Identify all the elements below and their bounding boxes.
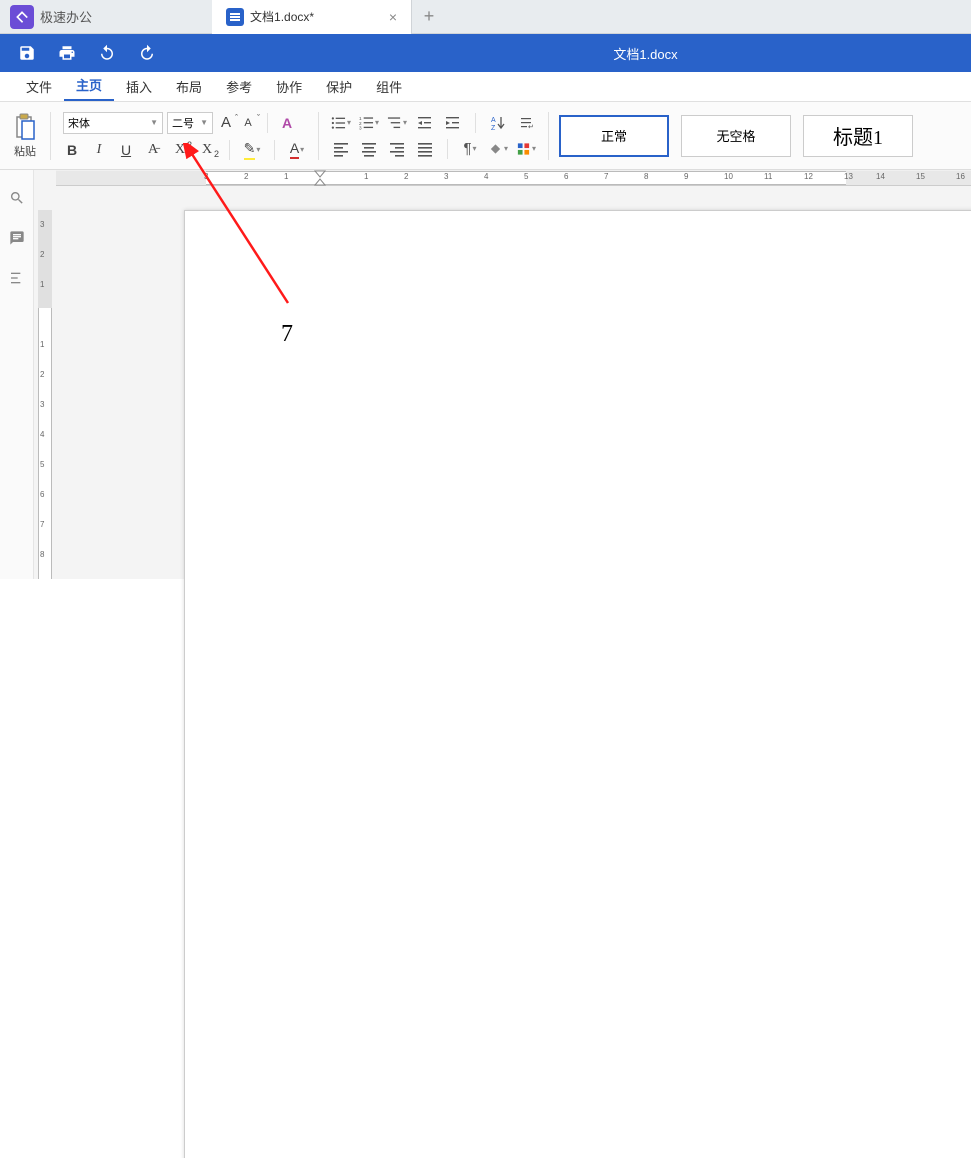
pilcrow-button[interactable]: ¶▾	[460, 140, 480, 158]
shrink-font-button[interactable]: Aˇ	[239, 114, 257, 132]
workspace: L 3211234567891011121314151617 321123456…	[0, 170, 971, 579]
bold-button[interactable]: B	[63, 141, 81, 159]
horizontal-ruler[interactable]: 3211234567891011121314151617	[56, 170, 971, 186]
document-page[interactable]: 7	[184, 210, 971, 1158]
style-normal[interactable]: 正常	[559, 115, 669, 157]
separator	[548, 112, 549, 160]
separator	[318, 112, 319, 160]
indent-marker-icon[interactable]	[314, 170, 326, 186]
style-heading1[interactable]: 标题1	[803, 115, 913, 157]
add-tab-button[interactable]: +	[412, 6, 446, 27]
superscript-button[interactable]: X2	[171, 141, 189, 159]
italic-button[interactable]: I	[90, 141, 108, 159]
app-name: 极速办公	[40, 7, 92, 26]
document-title: 文档1.docx	[613, 44, 677, 63]
shading-button[interactable]: ▾	[488, 140, 508, 158]
grow-font-button[interactable]: Aˆ	[217, 114, 235, 132]
highlight-button[interactable]: ✎▾	[243, 141, 261, 159]
redo-icon[interactable]	[138, 44, 156, 62]
borders-button[interactable]: ▾	[516, 140, 536, 158]
multilevel-button[interactable]: ▾	[387, 114, 407, 132]
paste-button[interactable]: 粘贴	[12, 113, 38, 159]
subscript-button[interactable]: X2	[198, 141, 216, 159]
menu-component[interactable]: 组件	[364, 72, 414, 101]
menu-home[interactable]: 主页	[64, 70, 114, 101]
align-justify-button[interactable]	[415, 140, 435, 158]
bullets-button[interactable]: ▾	[331, 114, 351, 132]
doc-icon	[226, 8, 244, 26]
comment-icon[interactable]	[9, 230, 25, 246]
left-sidebar	[0, 170, 34, 579]
menu-insert[interactable]: 插入	[114, 72, 164, 101]
dec-indent-button[interactable]	[415, 114, 435, 132]
svg-text:↵: ↵	[528, 124, 534, 131]
font-size-select[interactable]: 二号▼	[167, 112, 213, 134]
close-icon[interactable]: ×	[389, 9, 397, 25]
svg-text:3: 3	[359, 125, 362, 130]
font-color-button[interactable]: A▾	[288, 141, 306, 159]
align-left-button[interactable]	[331, 140, 351, 158]
separator	[50, 112, 51, 160]
menubar: 文件 主页 插入 布局 参考 协作 保护 组件	[0, 72, 971, 102]
menu-collaborate[interactable]: 协作	[264, 72, 314, 101]
align-center-button[interactable]	[359, 140, 379, 158]
titlebar: 极速办公 文档1.docx* × +	[0, 0, 971, 34]
underline-button[interactable]: U	[117, 141, 135, 159]
vertical-ruler[interactable]: 32112345678	[34, 170, 56, 579]
save-icon[interactable]	[18, 44, 36, 62]
document-text: 7	[281, 321, 293, 348]
clear-format-button[interactable]: A	[278, 114, 296, 132]
numbering-button[interactable]: 123▾	[359, 114, 379, 132]
svg-text:Z: Z	[491, 125, 496, 131]
document-tab[interactable]: 文档1.docx* ×	[212, 0, 412, 34]
undo-icon[interactable]	[98, 44, 116, 62]
show-marks-button[interactable]: ↵	[516, 114, 536, 132]
paste-label: 粘贴	[14, 143, 36, 159]
app-logo	[10, 5, 34, 29]
font-name-select[interactable]: 宋体▼	[63, 112, 163, 134]
quickaccess-bar: 文档1.docx	[0, 34, 971, 72]
svg-text:A: A	[491, 117, 496, 124]
tab-title: 文档1.docx*	[250, 8, 381, 25]
inc-indent-button[interactable]	[443, 114, 463, 132]
search-icon[interactable]	[9, 190, 25, 206]
menu-layout[interactable]: 布局	[164, 72, 214, 101]
align-right-button[interactable]	[387, 140, 407, 158]
strikethrough-button[interactable]: A̵	[144, 141, 162, 159]
menu-protect[interactable]: 保护	[314, 72, 364, 101]
style-nospace[interactable]: 无空格	[681, 115, 791, 157]
menu-file[interactable]: 文件	[14, 72, 64, 101]
menu-reference[interactable]: 参考	[214, 72, 264, 101]
outline-icon[interactable]	[9, 270, 25, 286]
sort-button[interactable]: AZ	[488, 114, 508, 132]
print-icon[interactable]	[58, 44, 76, 62]
ribbon: 粘贴 宋体▼ 二号▼ Aˆ Aˇ A B I U A̵ X2 X2 ✎▾ A▾ …	[0, 102, 971, 170]
ruler-area: L 3211234567891011121314151617 321123456…	[34, 170, 971, 579]
